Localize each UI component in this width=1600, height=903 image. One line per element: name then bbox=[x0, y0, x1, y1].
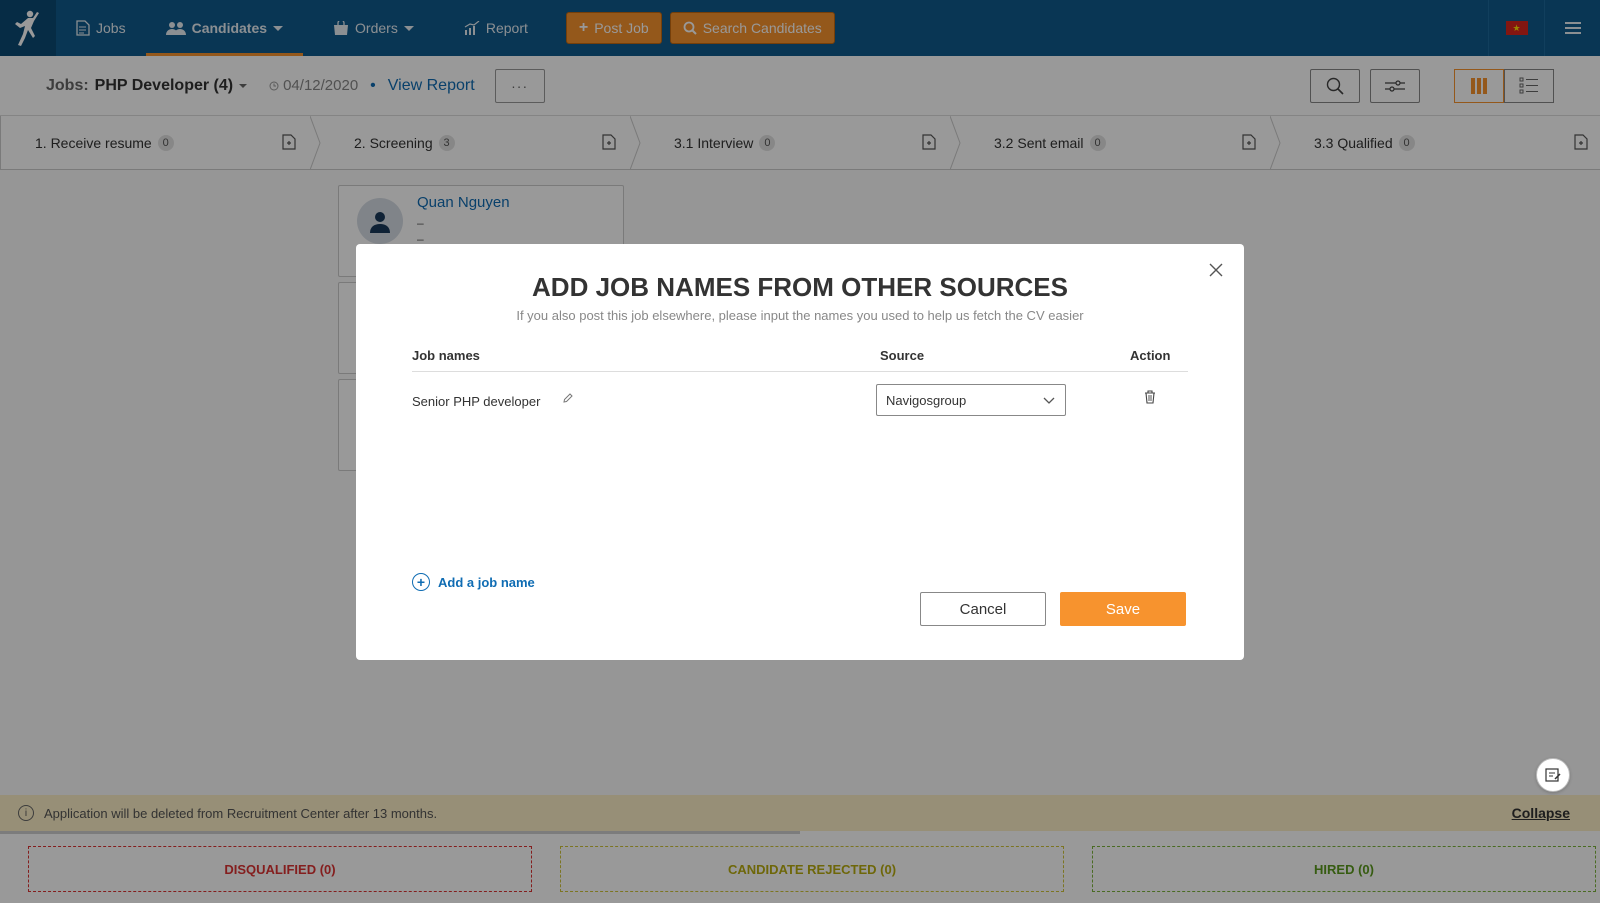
table-header: Job names Source Action bbox=[412, 340, 1188, 372]
source-select[interactable]: Navigosgroup bbox=[876, 384, 1066, 416]
add-job-name-button[interactable]: + Add a job name bbox=[412, 573, 535, 591]
table-row: Senior PHP developer Navigosgroup bbox=[412, 384, 1188, 420]
job-name-value: Senior PHP developer bbox=[412, 394, 541, 409]
col-job-names: Job names bbox=[412, 348, 480, 363]
source-select-value: Navigosgroup bbox=[886, 392, 967, 408]
dialog-title: ADD JOB NAMES FROM OTHER SOURCES bbox=[532, 272, 1068, 302]
add-job-name-label: Add a job name bbox=[438, 574, 535, 590]
chevron-down-icon bbox=[1043, 397, 1055, 404]
col-action: Action bbox=[1130, 348, 1171, 363]
edit-note-icon bbox=[1545, 768, 1561, 782]
save-button[interactable]: Save bbox=[1060, 592, 1186, 626]
add-job-names-dialog: ADD JOB NAMES FROM OTHER SOURCES If you … bbox=[356, 244, 1244, 660]
dialog-subtitle: If you also post this job elsewhere, ple… bbox=[516, 308, 1084, 323]
col-source: Source bbox=[880, 348, 925, 363]
trash-icon[interactable] bbox=[1144, 390, 1156, 404]
cancel-button[interactable]: Cancel bbox=[920, 592, 1046, 626]
pencil-icon[interactable] bbox=[562, 392, 574, 404]
plus-circle-icon: + bbox=[412, 573, 430, 591]
feedback-button[interactable] bbox=[1536, 758, 1570, 792]
